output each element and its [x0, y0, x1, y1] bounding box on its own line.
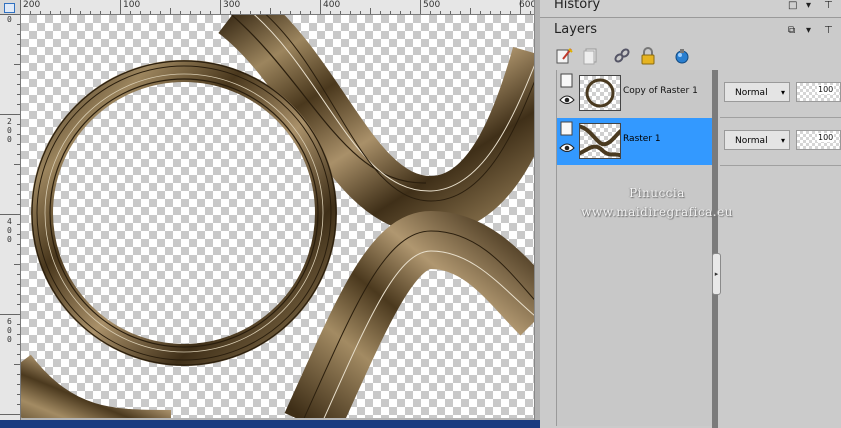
layers-title: Layers [554, 22, 598, 37]
opacity-value: 100 [817, 85, 835, 94]
ruler-label: 300 [223, 0, 241, 10]
blend-mode-dropdown[interactable]: Normal ▾ [724, 130, 790, 150]
ruler-label: 6 [7, 317, 12, 326]
opacity-value: 100 [817, 133, 835, 142]
horizontal-ruler-ticks [20, 0, 531, 14]
ruler-label: 100 [123, 0, 141, 10]
layer-properties-row: Normal ▾ 100 [720, 70, 841, 118]
ruler-corner [0, 0, 20, 14]
canvas-artwork [21, 15, 534, 418]
layer-thumbnail[interactable] [579, 123, 621, 159]
restore-window-icon[interactable]: ⧉ [788, 25, 795, 36]
chevron-down-icon[interactable]: ▾ [806, 25, 811, 36]
image-canvas[interactable] [21, 15, 534, 418]
vertical-ruler: 0 2 0 0 4 0 0 6 0 0 [0, 14, 21, 420]
ruler-label: 0 [7, 226, 12, 235]
palette-menu-icon[interactable]: □ [788, 0, 797, 11]
ruler-label: 500 [423, 0, 441, 10]
layer-name[interactable]: Copy of Raster 1 [623, 86, 698, 96]
layers-toolbar [554, 46, 734, 68]
pin-icon[interactable]: ⊤ [824, 25, 833, 36]
layer-list-divider[interactable] [712, 70, 718, 428]
layer-list: Copy of Raster 1 Raster 1 [556, 70, 714, 426]
opacity-slider[interactable]: 100 [796, 82, 841, 102]
ruler-label: 200 [23, 0, 41, 10]
chevron-down-icon: ▾ [780, 136, 785, 145]
watermark-line-1: Pinuccia [629, 186, 685, 200]
ring-shape [31, 60, 337, 366]
duplicate-layer-icon[interactable] [580, 46, 600, 66]
pin-icon[interactable]: ⊤ [824, 0, 833, 11]
lock-icon[interactable] [638, 46, 658, 66]
opacity-slider[interactable]: 100 [796, 130, 841, 150]
blend-mode-dropdown[interactable]: Normal ▾ [724, 82, 790, 102]
chevron-down-icon: ▾ [780, 88, 785, 97]
layer-row-copy-of-raster-1[interactable]: Copy of Raster 1 [557, 70, 714, 117]
horizontal-ruler: 200 100 300 400 500 600 [20, 0, 536, 15]
ruler-label: 2 [7, 117, 12, 126]
layer-row-raster-1[interactable]: Raster 1 [557, 118, 714, 165]
ruler-label: 0 [7, 326, 12, 335]
chevron-down-icon[interactable]: ▾ [806, 0, 811, 11]
ruler-label: 0 [7, 135, 12, 144]
blend-mode-value: Normal [735, 88, 768, 98]
ruler-label: 4 [7, 217, 12, 226]
history-title[interactable]: History [554, 0, 600, 12]
layer-properties-row: Normal ▾ 100 [720, 118, 841, 166]
ruler-label: 0 [7, 335, 12, 344]
watermark: Pinuccia www.maidiregrafica.eu [562, 184, 752, 222]
layer-properties-icon[interactable] [672, 46, 692, 66]
layers-palette: Layers ⧉ ▾ ⊤ Copy of Raster 1 Raster 1 ▸… [540, 18, 841, 428]
layer-visibility-group [559, 120, 575, 160]
watermark-line-2: www.maidiregrafica.eu [581, 205, 733, 219]
collapse-arrow-icon[interactable]: ▸ [712, 253, 721, 295]
link-icon[interactable] [612, 46, 632, 66]
ruler-unit-icon[interactable] [4, 3, 15, 13]
ruler-label: 0 [7, 235, 12, 244]
ruler-label: 0 [7, 126, 12, 135]
editor-frame-bottom [0, 420, 540, 428]
history-palette: History □ ▾ ⊤ [540, 0, 841, 18]
layer-thumbnail[interactable] [579, 75, 621, 111]
image-editor-window: 200 100 300 400 500 600 0 2 0 0 4 0 0 6 … [0, 0, 541, 428]
ruler-label: 400 [323, 0, 341, 10]
layer-visibility-group [559, 72, 575, 112]
blend-mode-value: Normal [735, 136, 768, 146]
layer-name[interactable]: Raster 1 [623, 134, 661, 144]
new-layer-icon[interactable] [554, 46, 574, 66]
ruler-label: 0 [7, 15, 12, 24]
